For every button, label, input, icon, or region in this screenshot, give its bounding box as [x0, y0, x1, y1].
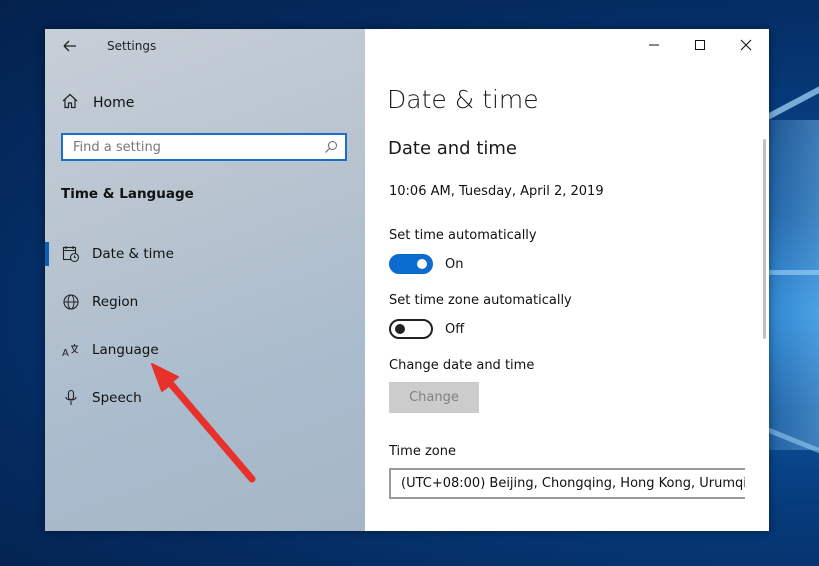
main-pane: Date & time Date and time 10:06 AM, Tues… — [365, 29, 769, 531]
svg-text:A: A — [62, 348, 69, 359]
minimize-button[interactable] — [631, 29, 677, 61]
back-arrow-icon[interactable] — [59, 36, 81, 56]
sidebar-item-speech[interactable]: Speech — [45, 380, 365, 416]
search-box[interactable] — [61, 133, 347, 161]
sidebar-item-label: Speech — [92, 390, 142, 406]
sidebar: Settings Home Time & Language Date & tim… — [45, 29, 365, 531]
section-heading: Time & Language — [61, 186, 194, 202]
globe-icon — [61, 292, 81, 312]
home-icon — [61, 92, 79, 114]
sidebar-item-region[interactable]: Region — [45, 284, 365, 320]
search-input[interactable] — [63, 138, 321, 156]
search-icon[interactable] — [321, 137, 341, 157]
sidebar-item-label: Date & time — [92, 246, 174, 262]
set-time-auto-state: On — [445, 257, 464, 272]
microphone-icon — [61, 388, 81, 408]
time-zone-dropdown[interactable]: (UTC+08:00) Beijing, Chongqing, Hong Kon… — [389, 468, 745, 499]
calendar-clock-icon — [61, 244, 81, 264]
minimize-icon — [649, 44, 659, 46]
set-timezone-auto-state: Off — [445, 322, 465, 337]
set-time-auto-label: Set time automatically — [389, 228, 537, 243]
close-button[interactable] — [723, 29, 769, 61]
scrollbar[interactable] — [763, 139, 766, 339]
language-icon: A — [61, 340, 81, 360]
toggle-knob — [395, 324, 405, 334]
home-nav-item[interactable]: Home — [61, 91, 134, 115]
set-timezone-auto-toggle[interactable] — [389, 319, 433, 339]
sidebar-item-label: Language — [92, 342, 159, 358]
sidebar-item-language[interactable]: A Language — [45, 332, 365, 368]
page-title: Date & time — [387, 85, 539, 114]
time-zone-label: Time zone — [389, 444, 456, 459]
sidebar-item-label: Region — [92, 294, 139, 310]
close-icon — [740, 39, 752, 51]
app-title: Settings — [107, 39, 157, 53]
settings-window: Settings Home Time & Language Date & tim… — [45, 29, 769, 531]
maximize-icon — [695, 40, 705, 50]
current-datetime: 10:06 AM, Tuesday, April 2, 2019 — [389, 184, 604, 199]
section-title: Date and time — [388, 138, 517, 159]
change-datetime-label: Change date and time — [389, 358, 535, 373]
toggle-knob — [417, 259, 427, 269]
sidebar-item-date-time[interactable]: Date & time — [45, 236, 365, 272]
maximize-button[interactable] — [677, 29, 723, 61]
change-button[interactable]: Change — [389, 382, 479, 413]
set-time-auto-toggle[interactable] — [389, 254, 433, 274]
set-timezone-auto-label: Set time zone automatically — [389, 293, 572, 308]
home-label: Home — [93, 95, 135, 111]
